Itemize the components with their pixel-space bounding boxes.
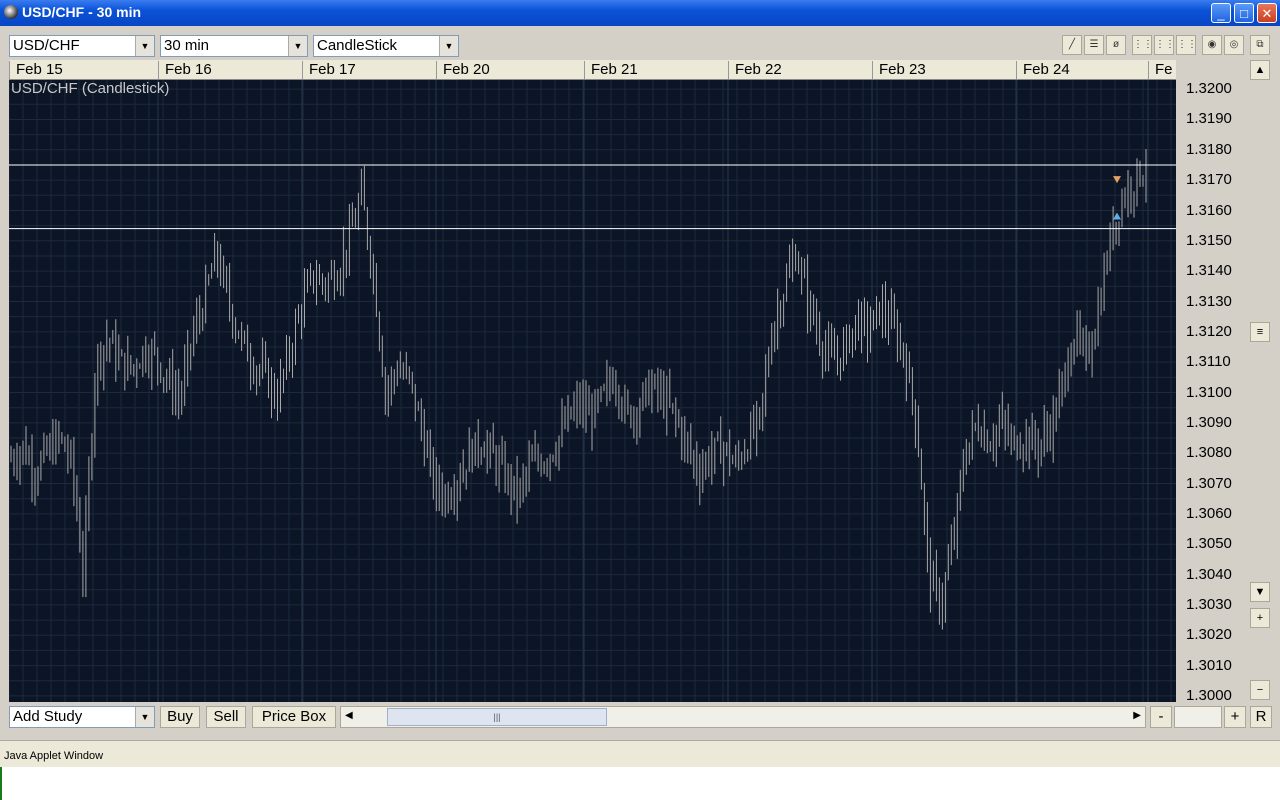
chevron-down-icon[interactable]: ▼ (288, 36, 307, 56)
chevron-down-icon[interactable]: ▼ (135, 707, 154, 727)
window-title: USD/CHF - 30 min (22, 4, 142, 20)
date-label: Feb 24 (1016, 61, 1070, 79)
price-label: 1.3180 (1186, 140, 1232, 158)
chart-type-select[interactable]: CandleStick ▼ (313, 35, 459, 57)
add-study-select[interactable]: Add Study ▼ (9, 706, 155, 728)
zoom-in-button[interactable]: + (1224, 706, 1246, 728)
price-label: 1.3100 (1186, 383, 1232, 401)
zoom-out-icon[interactable]: ◎ (1224, 35, 1244, 55)
grid-icon-2[interactable]: ⋮⋮ (1154, 35, 1175, 55)
horizontal-scrollbar[interactable]: ◀ ||| ▶ (340, 706, 1146, 728)
applet-footer (0, 767, 1280, 800)
horizontal-scroll-thumb[interactable]: ||| (387, 708, 607, 726)
sell-button[interactable]: Sell (206, 706, 246, 728)
bottom-toolbar: Add Study ▼ Buy Sell Price Box ◀ ||| ▶ -… (0, 706, 1280, 730)
price-label: 1.3030 (1186, 595, 1232, 613)
close-button[interactable]: ✕ (1257, 3, 1277, 23)
minimize-button[interactable]: _ (1211, 3, 1231, 23)
price-label: 1.3140 (1186, 262, 1232, 280)
buy-marker[interactable] (1113, 212, 1121, 220)
date-label: Feb 20 (436, 61, 490, 79)
price-label: 1.3070 (1186, 474, 1232, 492)
price-label: 1.3170 (1186, 171, 1232, 189)
chevron-down-icon[interactable]: ▼ (135, 36, 154, 56)
maximize-button[interactable]: □ (1234, 3, 1254, 23)
horizontal-lines-icon[interactable]: ☰ (1084, 35, 1104, 55)
grid-icon-1[interactable]: ⋮⋮ (1132, 35, 1153, 55)
title-bar: USD/CHF - 30 min _ □ ✕ (0, 0, 1280, 26)
interval-value: 30 min (164, 37, 210, 54)
price-label: 1.3150 (1186, 231, 1232, 249)
scroll-thumb[interactable]: ≡ (1250, 322, 1270, 342)
candlestick-chart[interactable] (9, 80, 1176, 702)
price-label: 1.3200 (1186, 80, 1232, 98)
symbol-select[interactable]: USD/CHF ▼ (9, 35, 155, 57)
price-label: 1.3130 (1186, 292, 1232, 310)
grid-icon-3[interactable]: ⋮⋮ (1176, 35, 1197, 55)
zoom-plus-button[interactable]: + (1250, 608, 1270, 628)
date-label: Feb 22 (728, 61, 782, 79)
date-label: Fe (1148, 61, 1173, 79)
date-label: Feb 15 (9, 61, 63, 79)
price-label: 1.3080 (1186, 444, 1232, 462)
price-label: 1.3110 (1186, 353, 1231, 371)
chart-title: USD/CHF (Candlestick) (11, 80, 170, 97)
chart-type-value: CandleStick (317, 37, 398, 54)
price-label: 1.3120 (1186, 322, 1232, 340)
scroll-up-icon[interactable]: ▲ (1250, 60, 1270, 80)
symbol-value: USD/CHF (13, 37, 80, 54)
interval-select[interactable]: 30 min ▼ (160, 35, 308, 57)
chart-area[interactable]: USD/CHF (Candlestick) (9, 80, 1176, 702)
status-bar: Java Applet Window (0, 740, 1280, 767)
vertical-scroll[interactable]: ▲ ≡ ▼ + − (1250, 60, 1272, 705)
price-label: 1.3160 (1186, 201, 1232, 219)
price-label: 1.3190 (1186, 110, 1232, 128)
date-label: Feb 21 (584, 61, 638, 79)
buy-button[interactable]: Buy (160, 706, 200, 728)
price-label: 1.3010 (1186, 656, 1232, 674)
scroll-right-icon[interactable]: ▶ (1133, 710, 1141, 721)
price-label: 1.3020 (1186, 626, 1232, 644)
chevron-down-icon[interactable]: ▼ (439, 36, 458, 56)
app-icon (4, 5, 18, 19)
zoom-in-icon[interactable]: ◉ (1202, 35, 1222, 55)
add-study-label: Add Study (13, 708, 83, 725)
price-box-button[interactable]: Price Box (252, 706, 336, 728)
zoom-minus-button[interactable]: − (1250, 680, 1270, 700)
price-label: 1.3000 (1186, 686, 1232, 702)
scroll-left-icon[interactable]: ◀ (345, 710, 353, 721)
price-label: 1.3050 (1186, 535, 1232, 553)
date-label: Feb 16 (158, 61, 212, 79)
date-axis: Feb 15 Feb 16 Feb 17 Feb 20 Feb 21 Feb 2… (9, 60, 1176, 80)
zoom-slider[interactable] (1174, 706, 1222, 728)
fibonacci-icon[interactable]: ø (1106, 35, 1126, 55)
price-label: 1.3090 (1186, 413, 1232, 431)
price-label: 1.3040 (1186, 565, 1232, 583)
price-axis: 1.3200 1.3190 1.3180 1.3170 1.3160 1.3150 1.31… (1176, 80, 1245, 702)
price-label: 1.3060 (1186, 504, 1232, 522)
status-text: Java Applet Window (4, 750, 104, 762)
date-label: Feb 17 (302, 61, 356, 79)
date-label: Feb 23 (872, 61, 926, 79)
zoom-out-button[interactable]: - (1150, 706, 1172, 728)
draw-line-icon[interactable]: ╱ (1062, 35, 1082, 55)
reset-button[interactable]: R (1250, 706, 1272, 728)
scroll-down-icon[interactable]: ▼ (1250, 582, 1270, 602)
detach-icon[interactable]: ⧉ (1250, 35, 1270, 55)
